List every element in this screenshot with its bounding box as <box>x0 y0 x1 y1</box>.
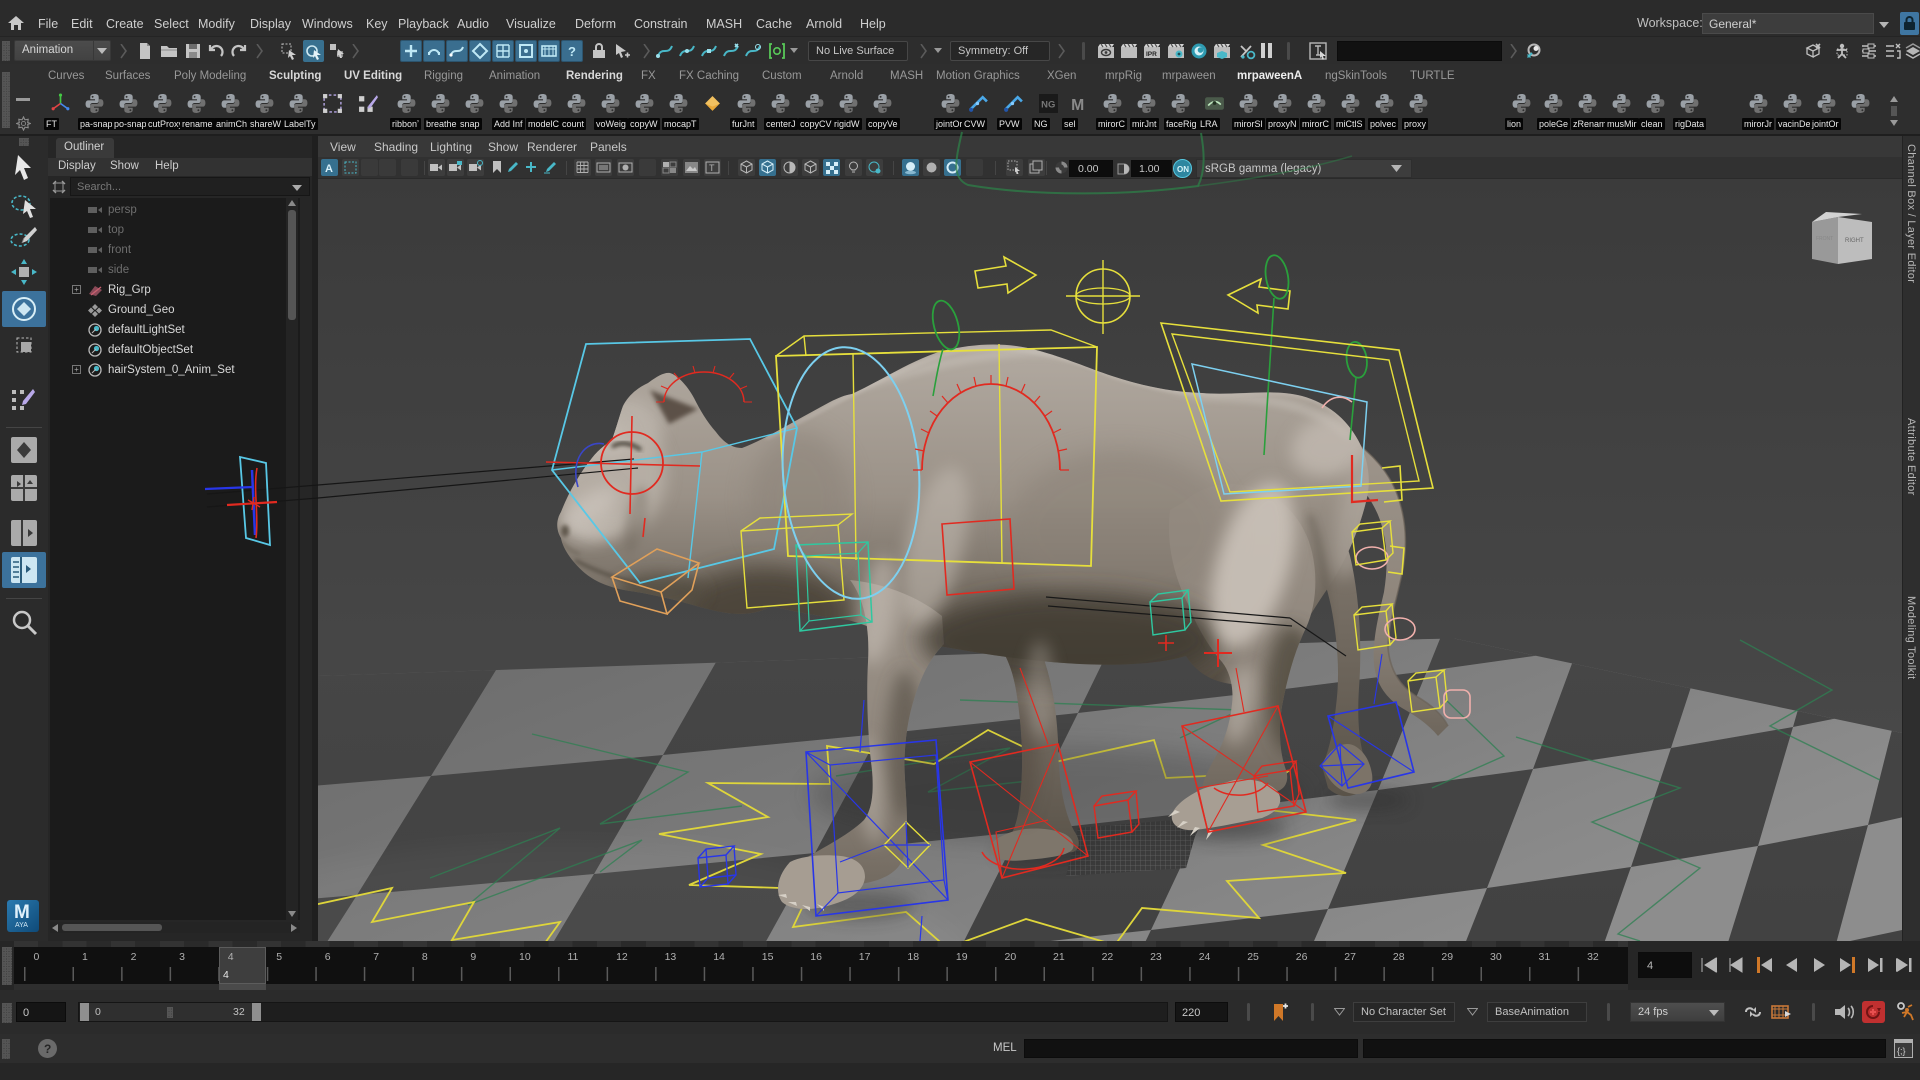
svg-text:{;}: {;} <box>1897 1046 1906 1056</box>
svg-text:13: 13 <box>665 951 677 963</box>
svg-text:9: 9 <box>470 951 476 963</box>
svg-text:T: T <box>709 163 715 173</box>
svg-text:18: 18 <box>907 951 919 963</box>
svg-text:0: 0 <box>34 951 40 963</box>
svg-text:26: 26 <box>1296 951 1308 963</box>
svg-text:6: 6 <box>325 951 331 963</box>
svg-text:31: 31 <box>1539 951 1551 963</box>
svg-text:A: A <box>325 163 333 175</box>
svg-text:?: ? <box>568 44 576 59</box>
svg-text:5: 5 <box>276 951 282 963</box>
svg-text:25: 25 <box>1247 951 1259 963</box>
svg-text:2: 2 <box>131 951 137 963</box>
svg-text:NG: NG <box>1041 100 1055 111</box>
svg-text:11: 11 <box>568 951 579 963</box>
svg-text:15: 15 <box>762 951 774 963</box>
svg-text:1: 1 <box>82 951 88 963</box>
svg-text:21: 21 <box>1053 951 1065 963</box>
svg-text:32: 32 <box>1587 951 1599 963</box>
svg-text:8: 8 <box>422 951 428 963</box>
svg-text:3: 3 <box>179 951 185 963</box>
svg-text:IPR: IPR <box>1146 51 1157 58</box>
svg-text:29: 29 <box>1441 951 1453 963</box>
svg-text:20: 20 <box>1005 951 1017 963</box>
svg-text:4: 4 <box>223 969 229 981</box>
svg-text:27: 27 <box>1344 951 1356 963</box>
svg-text:30: 30 <box>1490 951 1502 963</box>
svg-text:16: 16 <box>810 951 822 963</box>
svg-text:14: 14 <box>713 951 725 963</box>
svg-text:M: M <box>1071 97 1084 114</box>
svg-text:FRONT: FRONT <box>1816 236 1833 242</box>
svg-text:28: 28 <box>1393 951 1405 963</box>
svg-text:12: 12 <box>616 951 628 963</box>
svg-text:7: 7 <box>373 951 379 963</box>
svg-text:RIGHT: RIGHT <box>1845 238 1864 244</box>
svg-text:19: 19 <box>956 951 968 963</box>
svg-text:4: 4 <box>228 951 234 963</box>
svg-text:24: 24 <box>1199 951 1211 963</box>
svg-text:23: 23 <box>1150 951 1162 963</box>
svg-text:22: 22 <box>1102 951 1114 963</box>
svg-text:10: 10 <box>519 951 531 963</box>
svg-text:17: 17 <box>859 951 871 963</box>
